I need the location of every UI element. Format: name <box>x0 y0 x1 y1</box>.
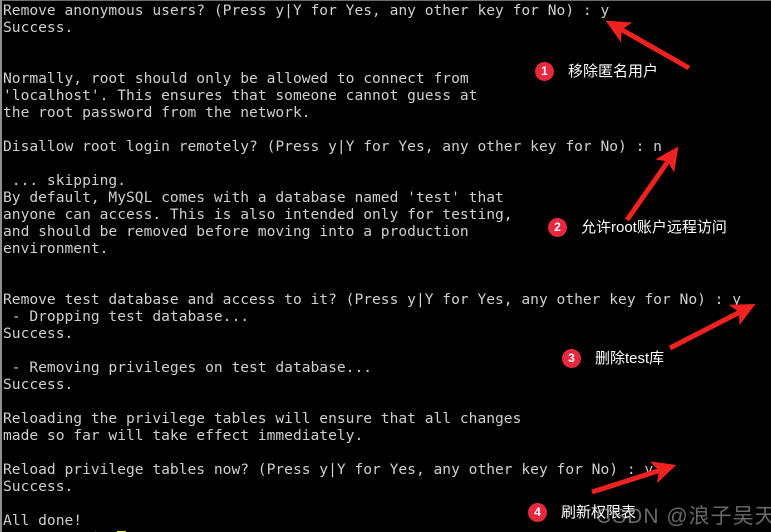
window-top-edge <box>0 0 771 1</box>
annotation-label-2: 允许root账户远程访问 <box>581 219 727 236</box>
csdn-watermark: CSDN @浪子吴天 <box>596 505 771 528</box>
terminal-line: the root password from the network. <box>3 104 311 121</box>
terminal-line: Success. <box>3 376 74 393</box>
terminal-line: Success. <box>3 478 74 495</box>
terminal-line: Success. <box>3 325 74 342</box>
terminal-line: - Dropping test database... <box>3 308 250 325</box>
terminal-line: environment. <box>3 240 109 257</box>
annotation-badge-1: 1 <box>535 62 554 81</box>
terminal-output[interactable]: Remove anonymous users? (Press y|Y for Y… <box>3 2 771 532</box>
annotation-label-1: 移除匿名用户 <box>568 63 659 80</box>
terminal-line: By default, MySQL comes with a database … <box>3 189 504 206</box>
terminal-line: 'localhost'. This ensures that someone c… <box>3 87 478 104</box>
annotation-badge-2: 2 <box>548 218 567 237</box>
annotation-badge-3: 3 <box>562 349 581 368</box>
annotation-badge-4: 4 <box>528 503 547 522</box>
annotation-label-3: 删除test库 <box>595 350 665 367</box>
terminal-line: Reload privilege tables now? (Press y|Y … <box>3 461 654 478</box>
terminal-line: Remove test database and access to it? (… <box>3 291 742 308</box>
terminal-line: Disallow root login remotely? (Press y|Y… <box>3 138 662 155</box>
terminal-line: Reloading the privilege tables will ensu… <box>3 410 522 427</box>
terminal-line: ... skipping. <box>3 172 127 189</box>
terminal-line: Success. <box>3 19 74 36</box>
terminal-screenshot: Remove anonymous users? (Press y|Y for Y… <box>0 0 771 532</box>
window-left-edge <box>0 0 2 532</box>
terminal-line: made so far will take effect immediately… <box>3 427 364 444</box>
terminal-line: Remove anonymous users? (Press y|Y for Y… <box>3 2 610 19</box>
